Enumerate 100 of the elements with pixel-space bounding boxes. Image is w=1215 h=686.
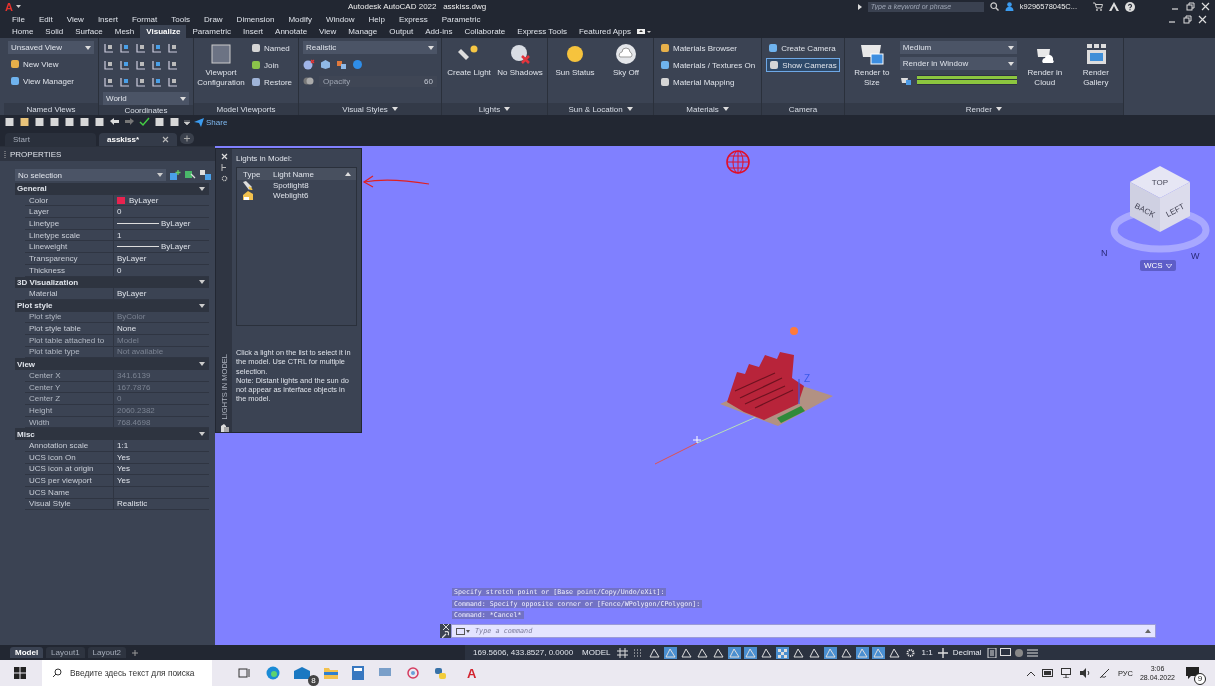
close-icon[interactable] [162,136,169,143]
ucs-icon[interactable] [103,42,114,54]
redo-icon[interactable] [124,117,135,127]
ribbon-button[interactable]: Material Mapping [658,75,758,89]
ucs-icon[interactable] [135,59,146,71]
plus-icon[interactable] [937,647,948,658]
ribbon-tab[interactable]: View [313,25,343,38]
document-tab[interactable]: asskiss* [99,133,177,146]
close-icon[interactable] [1198,14,1207,24]
close-icon[interactable] [1201,2,1210,11]
user-icon[interactable] [1004,2,1014,11]
ribbon-button[interactable]: Render in Cloud [1021,41,1068,103]
ribbon-button[interactable]: Render to Size [848,41,895,103]
panel-title[interactable]: Camera [762,103,844,115]
section-header[interactable]: View [15,358,209,370]
browser-icon[interactable] [266,666,280,680]
autodesk-a-icon[interactable] [1109,2,1119,11]
mail-icon[interactable] [294,667,310,679]
property-value[interactable]: Yes [117,452,131,462]
panel-title[interactable]: Lights [442,103,547,115]
network-drawing-icon[interactable] [406,666,420,680]
search-icon[interactable] [52,668,62,678]
dropdown[interactable]: Unsaved View [8,41,94,54]
ucs-icon[interactable] [119,76,130,88]
ribbon-tab[interactable]: Manage [342,25,384,38]
select-objects-icon[interactable] [185,170,196,180]
ucs-icon[interactable] [151,42,162,54]
dropdown[interactable]: Render in Window [899,57,1017,70]
ribbon-tab[interactable]: Solid [39,25,70,38]
property-value[interactable]: ByLayer [129,195,159,205]
menu-item[interactable]: Parametric [434,14,488,24]
menu-item[interactable]: Draw [196,14,230,24]
panel-title[interactable]: Materials [654,103,762,115]
ucs-icon[interactable] [103,76,114,88]
compass-label[interactable]: W [1191,251,1200,261]
ucs-icon[interactable] [167,42,178,54]
ucs-menu[interactable]: WCS [1140,260,1176,271]
notifications-icon[interactable] [1186,667,1199,679]
layout-tab[interactable]: Model [10,647,44,658]
help-icon[interactable] [1125,1,1135,12]
windows-start-icon[interactable] [14,667,26,679]
selection-dropdown[interactable]: No selection [15,169,166,181]
menu-icon[interactable] [1026,647,1038,658]
ribbon-button[interactable]: Render Gallery [1072,41,1119,103]
compass-label[interactable]: N [1101,248,1108,258]
cubes-icon[interactable] [336,58,347,70]
visual-style-icon[interactable] [303,58,315,70]
ucs-icon[interactable] [103,59,114,71]
task-view-icon[interactable] [238,667,252,679]
ribbon-button[interactable]: Named [249,41,294,55]
ucs-icon[interactable] [135,42,146,54]
caret-up-icon[interactable] [1145,629,1151,633]
property-value[interactable]: ByLayer [117,253,147,263]
sort-ascending-icon[interactable] [345,172,351,176]
lights-palette-icon[interactable] [219,423,229,432]
menu-item[interactable]: File [8,14,32,24]
light-name[interactable]: Weblight6 [271,190,356,200]
property-value[interactable]: 0 [117,265,122,275]
ribbon-tab[interactable]: Express Tools [511,25,573,38]
viewcube[interactable] [1110,166,1210,253]
layout-tab[interactable]: Layout1 [46,647,85,658]
checker-toggle-icon[interactable] [775,646,789,659]
menu-item[interactable]: Tools [164,14,197,24]
panel-title[interactable]: Visual Styles [299,103,441,115]
menu-item[interactable]: Dimension [229,14,282,24]
space-toggle[interactable]: MODEL [580,648,613,657]
share-button[interactable]: Share [194,117,228,127]
command-prompt-icon[interactable] [456,627,470,635]
property-value[interactable]: ByLayer [161,242,191,252]
taskbar-search-field[interactable]: Введите здесь текст для поиска [68,667,202,679]
wrench-icon[interactable] [442,630,449,638]
ribbon-tab[interactable]: Annotate [269,25,314,38]
ribbon-button[interactable]: New View [8,57,94,71]
light-name[interactable]: Spotlight8 [271,180,356,190]
ribbon-tab[interactable]: Surface [69,25,109,38]
taskbar-search-box[interactable]: Введите здесь текст для поиска [42,660,212,686]
section-header[interactable]: Misc [15,428,209,441]
ribbon-button[interactable]: Create Light [446,41,492,103]
ribbon-button[interactable]: View Manager [8,74,94,88]
ribbon-tab[interactable]: Output [383,25,420,38]
quick-select-icon[interactable] [200,170,211,180]
grip-icon[interactable] [4,150,7,158]
ribbon-button[interactable]: Sun Status [552,41,598,103]
pin-icon[interactable] [221,164,227,171]
menu-item[interactable]: Help [361,14,392,24]
document-tab[interactable]: Start [5,133,96,146]
property-value[interactable]: Yes [117,464,131,474]
property-value[interactable]: Yes [117,476,131,486]
ribbon-tab[interactable]: Featured Apps [572,25,637,38]
caret-icon[interactable] [15,4,21,9]
ribbon-button[interactable]: Materials / Textures On [658,58,758,72]
menu-item[interactable]: Window [318,14,362,24]
ucs-icon[interactable] [135,76,146,88]
cart-icon[interactable] [1093,2,1103,11]
battery-icon[interactable] [1041,669,1054,677]
ucs-icon[interactable] [167,76,178,88]
cube-face-label[interactable]: TOP [1151,178,1169,187]
layout-tab[interactable]: Layout2 [87,647,127,658]
search-icon[interactable] [989,2,999,11]
calculator-icon[interactable] [352,666,364,680]
